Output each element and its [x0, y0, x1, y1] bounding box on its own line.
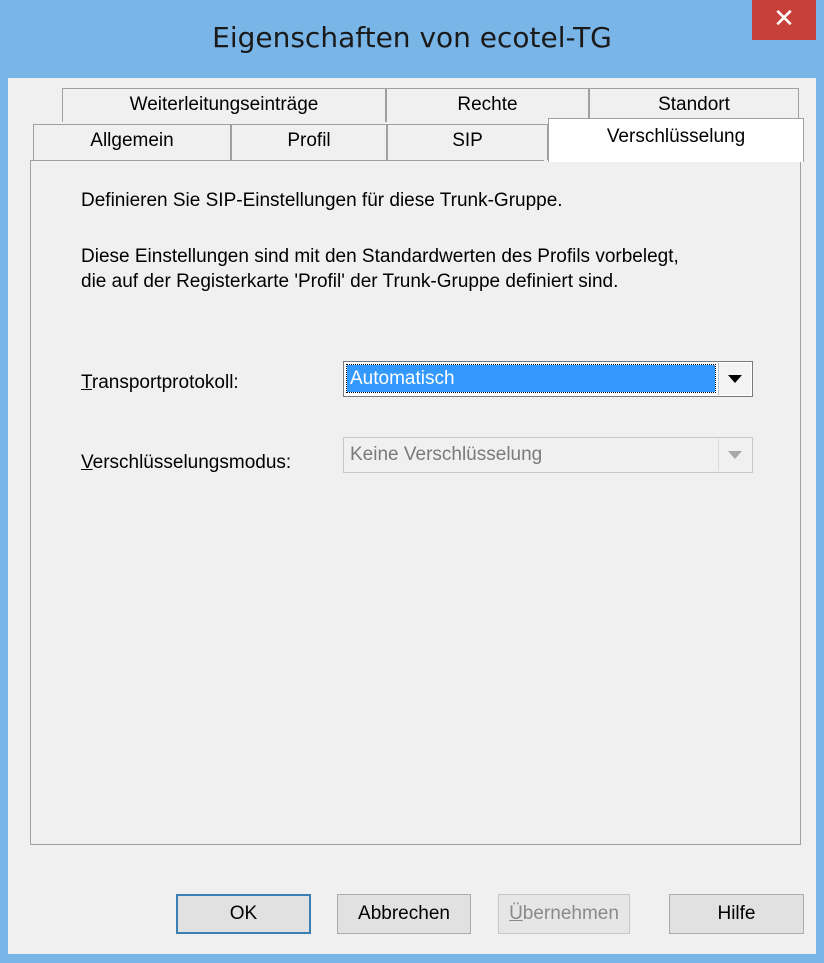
dropdown-button-disabled — [718, 439, 751, 471]
info-text-line2: die auf der Registerkarte 'Profil' der T… — [81, 271, 619, 292]
tab-weiterleitungseintraege[interactable]: Weiterleitungseinträge — [62, 88, 386, 122]
chevron-down-icon — [728, 375, 742, 383]
apply-button[interactable]: Übernehmen — [498, 894, 630, 934]
panel-top-border — [30, 160, 544, 161]
transport-protocol-label: Transportprotokoll: — [81, 372, 239, 393]
tab-sip[interactable]: SIP — [387, 124, 548, 161]
transport-protocol-value: Automatisch — [346, 364, 716, 393]
dialog-window: Eigenschaften von ecotel-TG ✕ Weiterleit… — [0, 0, 824, 963]
intro-text: Definieren Sie SIP-Einstellungen für die… — [81, 190, 563, 211]
close-icon: ✕ — [773, 4, 795, 34]
encryption-mode-value: Keine Verschlüsselung — [350, 444, 543, 465]
close-button[interactable]: ✕ — [752, 0, 816, 40]
tab-rechte[interactable]: Rechte — [386, 88, 589, 122]
help-button[interactable]: Hilfe — [669, 894, 804, 934]
transport-protocol-select[interactable]: Automatisch — [343, 361, 753, 397]
title-bar[interactable]: Eigenschaften von ecotel-TG ✕ — [0, 0, 824, 78]
cancel-button[interactable]: Abbrechen — [337, 894, 471, 934]
tab-allgemein[interactable]: Allgemein — [33, 124, 231, 161]
tab-standort[interactable]: Standort — [589, 88, 799, 122]
encryption-mode-label: Verschlüsselungsmodus: — [81, 452, 292, 473]
tab-verschluesselung[interactable]: Verschlüsselung — [548, 118, 804, 162]
window-title: Eigenschaften von ecotel-TG — [212, 21, 612, 54]
info-text-line1: Diese Einstellungen sind mit den Standar… — [81, 246, 679, 267]
encryption-mode-select[interactable]: Keine Verschlüsselung — [343, 437, 753, 473]
ok-button[interactable]: OK — [176, 894, 311, 934]
dropdown-button[interactable] — [718, 363, 751, 395]
tab-profil[interactable]: Profil — [231, 124, 387, 161]
chevron-down-icon — [728, 451, 742, 459]
